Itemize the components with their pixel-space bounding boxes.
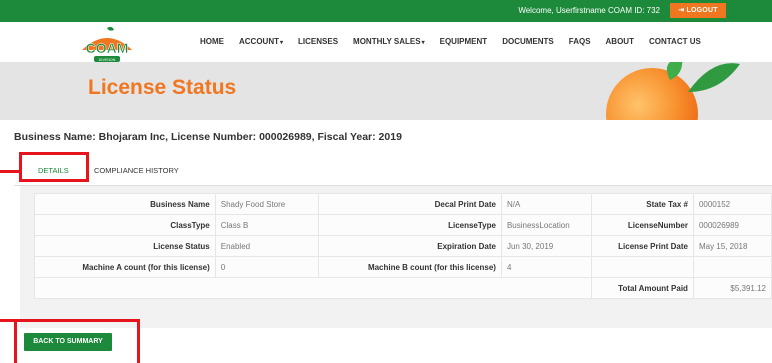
value-business-name: Shady Food Store bbox=[214, 193, 320, 215]
label-machine-b-count: Machine B count (for this license) bbox=[318, 256, 502, 278]
nav-home[interactable]: HOME bbox=[200, 37, 224, 46]
business-info-line: Business Name: Bhojaram Inc, License Num… bbox=[14, 131, 402, 143]
peach-illustration bbox=[606, 62, 740, 120]
table-row: Business Name Shady Food Store Decal Pri… bbox=[34, 193, 772, 215]
value-expiration-date: Jun 30, 2019 bbox=[500, 235, 593, 257]
table-row: ClassType Class B LicenseType BusinessLo… bbox=[34, 214, 772, 236]
label-expiration-date: Expiration Date bbox=[318, 235, 502, 257]
label-license-status: License Status bbox=[34, 235, 216, 257]
logout-button[interactable]: ⇥ LOGOUT bbox=[670, 3, 726, 18]
hero-banner: License Status bbox=[0, 62, 772, 120]
label-state-tax: State Tax # bbox=[591, 193, 694, 215]
tab-bar: DETAILS COMPLIANCE HISTORY bbox=[14, 155, 772, 186]
label-business-name: Business Name bbox=[34, 193, 216, 215]
license-details-table: Business Name Shady Food Store Decal Pri… bbox=[33, 193, 772, 299]
label-decal-print-date: Decal Print Date bbox=[318, 193, 502, 215]
label-class-type: ClassType bbox=[34, 214, 216, 236]
value-state-tax: 0000152 bbox=[692, 193, 772, 215]
table-row: Machine A count (for this license) 0 Mac… bbox=[34, 256, 772, 278]
value-machine-b-count: 4 bbox=[500, 256, 593, 278]
logo-leaf bbox=[107, 26, 114, 31]
value-machine-a-count: 0 bbox=[214, 256, 320, 278]
nav-equipment[interactable]: EQUIPMENT bbox=[440, 37, 488, 46]
annotation-highlight-details-tab bbox=[19, 152, 89, 182]
value-license-print-date: May 15, 2018 bbox=[692, 235, 772, 257]
value-total-amount-paid: $5,391.12 bbox=[692, 277, 772, 299]
empty-cell bbox=[692, 256, 772, 278]
value-decal-print-date: N/A bbox=[500, 193, 593, 215]
peach-leaf-right bbox=[688, 63, 740, 92]
table-row-total: Total Amount Paid $5,391.12 bbox=[33, 277, 772, 299]
empty-cell bbox=[33, 277, 593, 299]
value-license-number: 000026989 bbox=[692, 214, 772, 236]
nav-account[interactable]: ACCOUNT▾ bbox=[239, 37, 283, 46]
label-license-type: LicenseType bbox=[318, 214, 502, 236]
top-bar: Welcome, Userfirstname COAM ID: 732 ⇥ LO… bbox=[0, 0, 772, 22]
empty-cell bbox=[591, 256, 694, 278]
nav-licenses[interactable]: LICENSES bbox=[298, 37, 338, 46]
annotation-pointer-line bbox=[0, 170, 19, 173]
navigation-bar: COAM DIVISION HOME ACCOUNT▾ LICENSES MON… bbox=[0, 22, 772, 62]
table-row: License Status Enabled Expiration Date J… bbox=[34, 235, 772, 257]
label-total-amount-paid: Total Amount Paid bbox=[591, 277, 694, 299]
coam-logo[interactable]: COAM DIVISION bbox=[76, 26, 138, 66]
label-license-print-date: License Print Date bbox=[591, 235, 694, 257]
label-machine-a-count: Machine A count (for this license) bbox=[34, 256, 216, 278]
nav-monthly-sales[interactable]: MONTHLY SALES▾ bbox=[353, 37, 425, 46]
logout-arrow-icon: ⇥ bbox=[678, 7, 685, 14]
value-license-status: Enabled bbox=[214, 235, 320, 257]
nav-faqs[interactable]: FAQS bbox=[569, 37, 591, 46]
tab-compliance-history[interactable]: COMPLIANCE HISTORY bbox=[94, 166, 179, 175]
peach-fruit bbox=[606, 68, 698, 120]
main-nav: HOME ACCOUNT▾ LICENSES MONTHLY SALES▾ EQ… bbox=[200, 37, 716, 46]
nav-contact-us[interactable]: CONTACT US bbox=[649, 37, 701, 46]
nav-about[interactable]: ABOUT bbox=[606, 37, 634, 46]
nav-documents[interactable]: DOCUMENTS bbox=[502, 37, 554, 46]
value-class-type: Class B bbox=[214, 214, 320, 236]
value-license-type: BusinessLocation bbox=[500, 214, 593, 236]
logo-text: COAM bbox=[86, 40, 129, 56]
annotation-pointer-line bbox=[0, 319, 14, 322]
back-to-summary-button[interactable]: BACK TO SUMMARY bbox=[24, 333, 112, 351]
peach-leaf-left bbox=[667, 62, 683, 80]
logout-label: LOGOUT bbox=[686, 7, 718, 14]
welcome-text: Welcome, Userfirstname COAM ID: 732 bbox=[518, 6, 660, 15]
page-title: License Status bbox=[88, 76, 237, 99]
caret-down-icon: ▾ bbox=[421, 40, 425, 46]
label-license-number: LicenseNumber bbox=[591, 214, 694, 236]
caret-down-icon: ▾ bbox=[280, 40, 284, 46]
